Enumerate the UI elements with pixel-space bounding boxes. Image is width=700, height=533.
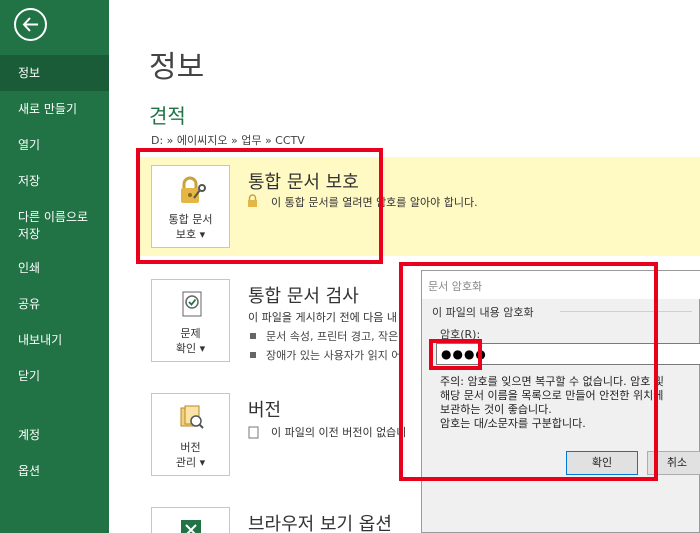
check-issues-line2: 확인 ▾ (175, 342, 206, 355)
sidebar-item-close[interactable]: 닫기 (0, 368, 109, 385)
manage-versions-line1: 버전 (180, 441, 201, 454)
browser-view-options-button[interactable] (151, 507, 230, 533)
excel-backstage: 정보 새로 만들기 열기 저장 다른 이름으로 저장 인쇄 공유 내보내기 닫기… (0, 0, 700, 533)
inspect-bullet-accessibility: 장애가 있는 사용자가 읽지 어 (250, 347, 401, 363)
document-title: 견적 (149, 104, 186, 128)
manage-versions-button[interactable]: 버전 관리 ▾ (151, 393, 230, 476)
check-issues-line1: 문제 (180, 327, 201, 340)
sidebar-item-label: 공유 (18, 297, 41, 311)
inspect-heading: 통합 문서 검사 (248, 286, 359, 307)
backstage-sidebar: 정보 새로 만들기 열기 저장 다른 이름으로 저장 인쇄 공유 내보내기 닫기… (0, 0, 109, 533)
highlight-dialog-box (399, 262, 658, 481)
sidebar-item-open[interactable]: 열기 (0, 137, 109, 154)
sidebar-item-print[interactable]: 인쇄 (0, 260, 109, 277)
sidebar-item-new[interactable]: 새로 만들기 (0, 101, 109, 118)
versions-description: 이 파일의 이전 버전이 없습니 (271, 426, 407, 439)
sidebar-item-label: 다른 이름으로 저장 (18, 210, 89, 241)
versions-heading: 버전 (248, 400, 282, 421)
inspect-bullet-properties: 문서 속성, 프린터 경고, 작은 (250, 328, 398, 344)
manage-versions-line2: 관리 ▾ (175, 456, 206, 469)
sidebar-item-options[interactable]: 옵션 (0, 463, 109, 480)
sidebar-item-label: 옵션 (18, 464, 41, 478)
sidebar-item-label: 계정 (18, 428, 41, 442)
sidebar-item-label: 인쇄 (18, 261, 41, 275)
sidebar-item-export[interactable]: 내보내기 (0, 332, 109, 349)
browser-options-heading: 브라우저 보기 옵션 (248, 514, 392, 533)
inspect-document-icon (179, 290, 205, 323)
sidebar-item-label: 저장 (18, 174, 41, 188)
sidebar-item-info[interactable]: 정보 (0, 55, 109, 91)
sidebar-item-label: 정보 (18, 66, 41, 80)
excel-browser-icon (179, 518, 203, 533)
page-title: 정보 (149, 50, 205, 85)
check-issues-label: 문제 확인 ▾ (152, 326, 229, 356)
breadcrumb[interactable]: D: » 에이씨지오 » 업무 » CCTV (151, 132, 305, 148)
sidebar-item-share[interactable]: 공유 (0, 296, 109, 313)
inspect-description: 이 파일을 게시하기 전에 다음 내 (248, 311, 398, 324)
sidebar-item-save[interactable]: 저장 (0, 173, 109, 190)
check-issues-button[interactable]: 문제 확인 ▾ (151, 279, 230, 362)
versions-icon (179, 404, 205, 437)
sidebar-item-label: 내보내기 (18, 333, 63, 347)
document-small-icon (248, 424, 260, 443)
sidebar-item-label: 닫기 (18, 369, 41, 383)
highlight-protect-box (136, 148, 383, 264)
sidebar-item-label: 새로 만들기 (18, 102, 78, 116)
highlight-password-box (429, 339, 482, 370)
sidebar-item-save-as[interactable]: 다른 이름으로 저장 (0, 209, 109, 243)
back-arrow-icon[interactable] (14, 8, 47, 41)
sidebar-item-label: 열기 (18, 138, 41, 152)
sidebar-item-account[interactable]: 계정 (0, 427, 109, 444)
manage-versions-label: 버전 관리 ▾ (152, 440, 229, 470)
